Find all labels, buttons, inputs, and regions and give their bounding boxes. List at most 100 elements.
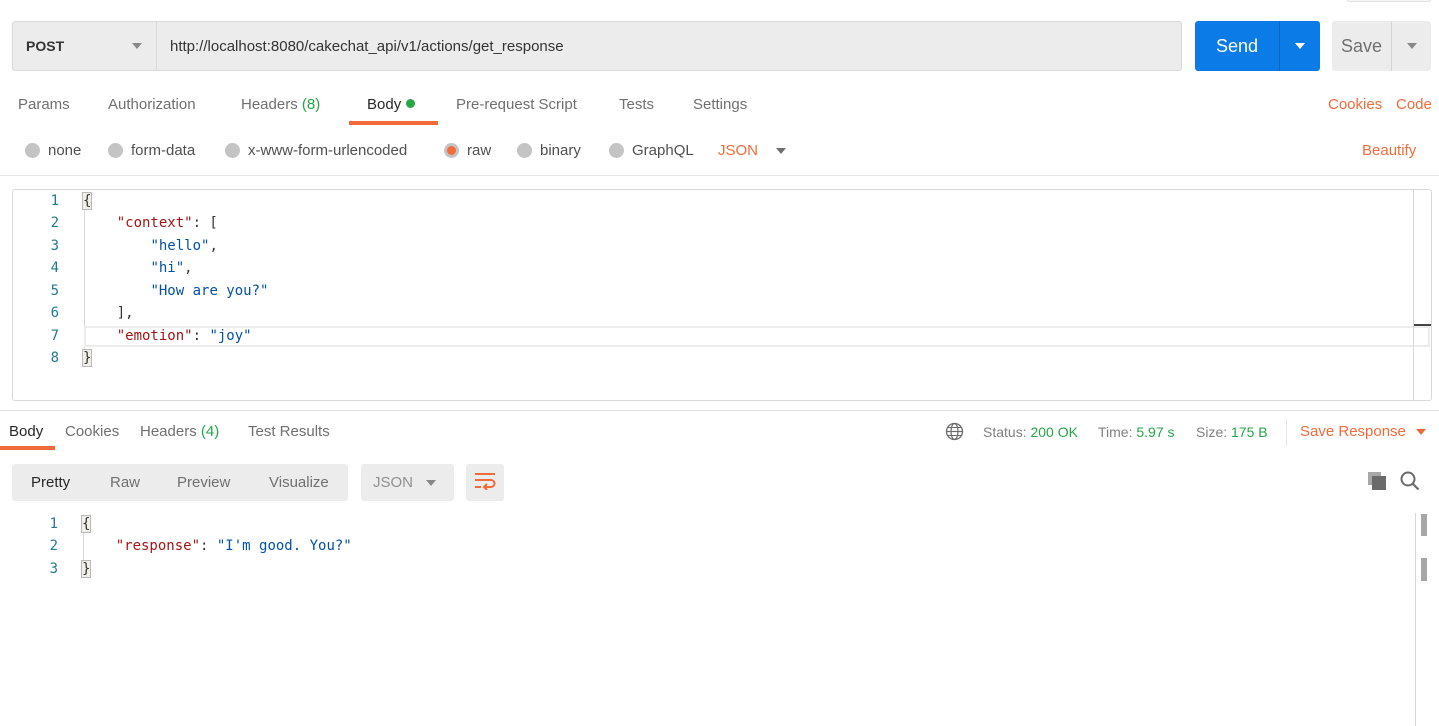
response-format-select[interactable]: JSON — [361, 464, 454, 501]
copy-icon[interactable] — [1366, 470, 1388, 492]
radio-none[interactable]: none — [25, 142, 81, 159]
resp-tab-body[interactable]: Body — [9, 423, 43, 440]
tab-headers[interactable]: Headers (8) — [241, 96, 320, 113]
body-format-label: JSON — [718, 142, 759, 159]
resp-tab-headers[interactable]: Headers (4) — [140, 423, 219, 440]
code-token: "response" — [115, 538, 201, 554]
view-mode-visualize[interactable]: Visualize — [269, 474, 329, 491]
radio-form-data[interactable]: form-data — [108, 142, 195, 159]
wrap-lines-button[interactable] — [466, 464, 504, 501]
code-token: ], — [116, 305, 134, 321]
method-label: POST — [26, 38, 65, 54]
radio-x-www-form-urlencoded[interactable]: x-www-form-urlencoded — [225, 142, 407, 159]
tab-pre-request-script[interactable]: Pre-request Script — [456, 96, 577, 113]
view-mode-pretty[interactable]: Pretty — [31, 474, 70, 491]
method-select[interactable]: POST — [13, 22, 157, 70]
response-body-viewer[interactable]: 1 { 2 "response": "I'm good. You?" 3 } — [0, 513, 1439, 726]
line-number: 6 — [50, 305, 59, 321]
view-mode-preview[interactable]: Preview — [177, 474, 230, 491]
request-bar: POST http://localhost:8080/cakechat_api/… — [12, 21, 1182, 71]
code-token: , — [184, 260, 193, 276]
response-view-modes: Pretty Raw Preview Visualize — [12, 464, 348, 501]
save-response-label: Save Response — [1300, 423, 1406, 440]
top-panel-edge — [1346, 0, 1432, 2]
code-token: "hi" — [150, 260, 185, 276]
tab-params[interactable]: Params — [18, 96, 70, 113]
save-label: Save — [1332, 21, 1392, 71]
save-response-button[interactable]: Save Response — [1300, 423, 1426, 440]
time-label: Time: — [1098, 424, 1133, 440]
code-token: : [ — [192, 215, 218, 231]
tab-authorization[interactable]: Authorization — [108, 96, 196, 113]
chevron-down-icon — [1415, 428, 1426, 435]
line-number: 7 — [50, 328, 59, 344]
code-token: } — [81, 349, 93, 367]
line-number: 1 — [49, 516, 58, 532]
line-number: 5 — [50, 283, 59, 299]
send-label: Send — [1195, 21, 1280, 71]
code-token: "I'm good. You?" — [216, 538, 352, 554]
save-button[interactable]: Save — [1332, 21, 1431, 71]
send-options-dropdown[interactable] — [1280, 21, 1320, 71]
status-value: 200 OK — [1030, 424, 1078, 440]
tab-body[interactable]: Body — [367, 96, 416, 113]
radio-circle — [25, 143, 40, 158]
code-line: 2 "context": [ — [13, 212, 1414, 234]
tab-headers-label: Headers — [241, 96, 298, 113]
save-options-dropdown[interactable] — [1392, 21, 1431, 71]
resp-tab-test-results[interactable]: Test Results — [248, 423, 330, 440]
view-mode-raw[interactable]: Raw — [110, 474, 140, 491]
radio-circle — [609, 143, 624, 158]
tab-body-label: Body — [367, 96, 402, 113]
chevron-down-icon — [1406, 43, 1417, 49]
tab-tests[interactable]: Tests — [619, 96, 654, 113]
code-token: } — [80, 560, 92, 578]
line-number: 4 — [50, 260, 59, 276]
radio-circle — [108, 143, 123, 158]
radio-label: raw — [467, 142, 492, 159]
code-token: : — [192, 328, 210, 344]
active-response-tab-underline — [0, 446, 55, 450]
resp-tab-headers-label: Headers — [140, 423, 197, 440]
radio-raw[interactable]: raw — [444, 142, 491, 159]
search-icon[interactable] — [1399, 470, 1421, 492]
radio-label: none — [48, 142, 82, 159]
cookies-link[interactable]: Cookies — [1328, 96, 1382, 113]
body-format-select[interactable]: JSON — [718, 142, 787, 159]
code-line: 5 "How are you?" — [13, 280, 1414, 302]
code-line: 1 { — [0, 513, 1400, 535]
radio-circle-selected — [444, 143, 459, 158]
chevron-down-icon — [776, 147, 787, 154]
send-button[interactable]: Send — [1195, 21, 1320, 71]
response-scrollbar-thumb[interactable] — [1421, 558, 1427, 581]
editor-scrollbar[interactable] — [1413, 190, 1431, 400]
line-number: 1 — [50, 193, 59, 209]
tab-settings[interactable]: Settings — [693, 96, 747, 113]
headers-count: (8) — [301, 96, 321, 113]
line-number: 2 — [49, 538, 58, 554]
code-token: "hello" — [150, 238, 210, 254]
active-tab-underline — [349, 121, 438, 125]
response-format-label: JSON — [373, 474, 414, 491]
response-scrollbar-track[interactable] — [1415, 513, 1416, 726]
request-body-editor[interactable]: 1 { 2 "context": [ 3 "hello", 4 "hi", 5 … — [12, 189, 1432, 401]
globe-icon[interactable] — [945, 422, 964, 444]
time-readout: Time: 5.97 s — [1098, 424, 1175, 440]
size-value: 175 B — [1231, 424, 1268, 440]
beautify-link[interactable]: Beautify — [1362, 142, 1416, 159]
meta-separator — [1286, 420, 1287, 446]
response-divider[interactable] — [0, 410, 1439, 411]
radio-binary[interactable]: binary — [517, 142, 581, 159]
url-input[interactable]: http://localhost:8080/cakechat_api/v1/ac… — [157, 38, 1181, 55]
radio-graphql[interactable]: GraphQL — [609, 142, 694, 159]
chevron-down-icon — [1295, 43, 1305, 49]
status-readout: Status: 200 OK — [983, 424, 1078, 440]
code-line: 3 "hello", — [13, 235, 1414, 257]
resp-tab-cookies[interactable]: Cookies — [65, 423, 119, 440]
code-line: 6 ], — [13, 302, 1414, 324]
line-number: 3 — [50, 238, 59, 254]
code-token: "context" — [116, 215, 193, 231]
size-label: Size: — [1196, 424, 1228, 440]
code-link[interactable]: Code — [1396, 96, 1432, 113]
chevron-down-icon — [132, 43, 142, 49]
